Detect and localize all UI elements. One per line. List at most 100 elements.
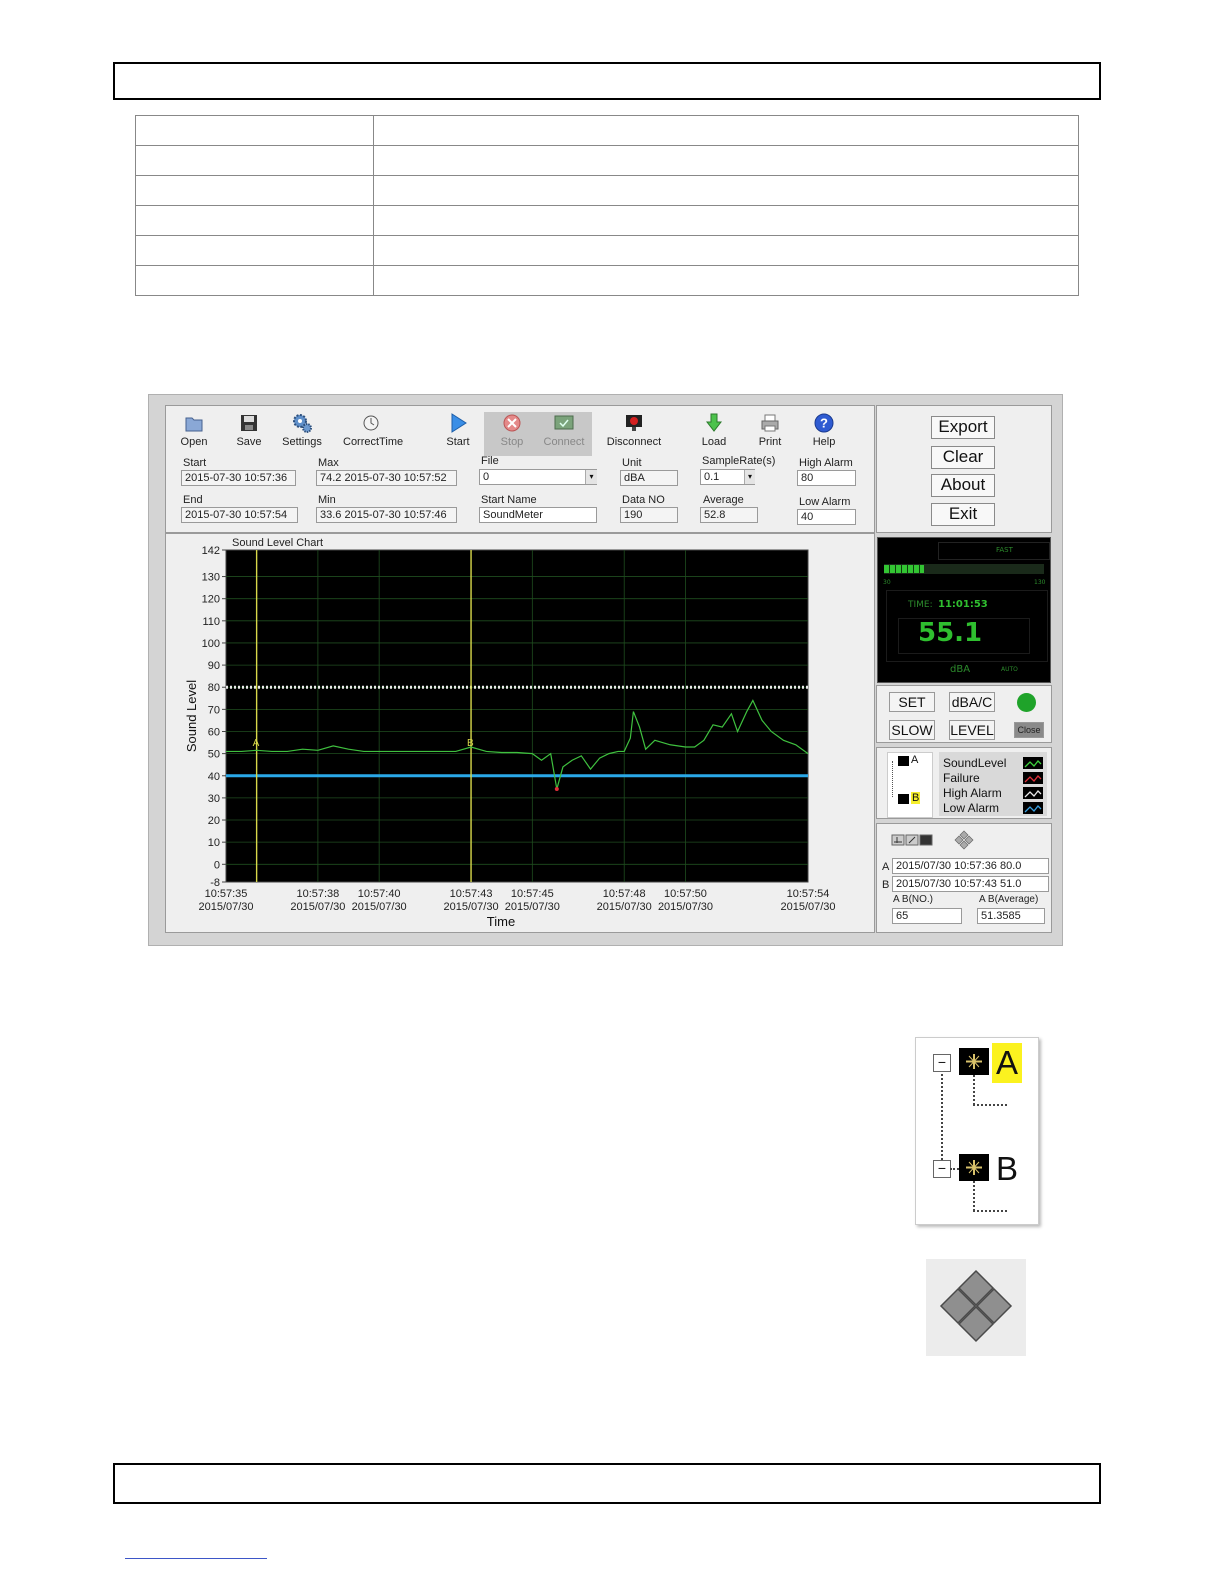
low-alarm-label: Low Alarm (799, 496, 851, 508)
start-name-input[interactable]: SoundMeter (479, 507, 597, 523)
average-label: Average (703, 494, 744, 506)
legend-panel: A B SoundLevel Failure High Alarm Low Alarm (876, 747, 1052, 819)
cursor-a-field: 2015/07/30 10:57:36 80.0 (892, 858, 1049, 874)
help-button[interactable]: ? Help (796, 412, 852, 456)
enlarged-b-label[interactable]: B (996, 1149, 1018, 1189)
footer-link-underline (125, 1558, 267, 1559)
high-alarm-label: High Alarm (799, 457, 853, 469)
cursor-a-large-icon[interactable] (959, 1048, 989, 1075)
cursor-a-label: A (882, 861, 890, 873)
data-no-field: 190 (620, 507, 678, 523)
max-label: Max (318, 457, 339, 469)
load-button[interactable]: Load (686, 412, 742, 456)
legend-swatch-icon (1023, 757, 1043, 769)
start-field: 2015-07-30 10:57:36 (181, 470, 296, 486)
sample-rate-chevron-icon[interactable]: ▾ (744, 470, 755, 484)
level-button[interactable]: LEVEL (949, 720, 995, 740)
meter-unit: dBA (950, 664, 971, 675)
cursor-a-icon[interactable] (898, 756, 909, 766)
unit-field: dBA (620, 470, 678, 486)
connect-icon (536, 412, 592, 434)
chart-title: Sound Level Chart (232, 537, 323, 549)
y-tick-label: 110 (202, 616, 220, 628)
ab-no-label: A B(NO.) (893, 894, 934, 905)
x-tick-time: 10:57:54 (787, 888, 830, 900)
toolbar-button-label: Disconnect (606, 436, 662, 448)
toolbar-button-label: Help (812, 436, 836, 448)
save-button[interactable]: Save (221, 412, 277, 456)
toolbar-button-label: Load (701, 436, 727, 448)
end-label: End (183, 494, 203, 506)
file-select[interactable]: 0 (479, 469, 597, 485)
x-tick-date: 2015/07/30 (780, 901, 835, 913)
close-button[interactable]: Close (1014, 722, 1044, 738)
collapse-a-icon[interactable]: − (933, 1054, 951, 1072)
x-tick-date: 2015/07/30 (198, 901, 253, 913)
x-tick-time: 10:57:43 (450, 888, 493, 900)
printer-icon (742, 412, 798, 434)
exit-button[interactable]: Exit (931, 503, 995, 526)
pan-diamond-icon[interactable] (953, 830, 975, 850)
enlarged-a-label[interactable]: A (992, 1043, 1023, 1083)
cursor-tree-b[interactable]: B (911, 792, 921, 804)
legend-label-low-alarm: Low Alarm (943, 801, 1000, 815)
cursor-label-a: A (253, 738, 260, 749)
x-tick-time: 10:57:35 (205, 888, 248, 900)
chevron-down-icon[interactable]: ▾ (585, 470, 597, 484)
meter-time-value: 11:01:53 (938, 599, 988, 610)
unit-label: Unit (622, 457, 642, 469)
y-tick-label: 130 (202, 572, 220, 584)
correcttime-button[interactable]: CorrectTime (343, 412, 403, 456)
open-button[interactable]: Open (166, 412, 222, 456)
svg-text:?: ? (820, 416, 828, 431)
cursor-tree[interactable]: A B (887, 752, 933, 818)
settings-button[interactable]: Settings (274, 412, 330, 456)
sound-level-chart[interactable]: Sound Level Chart-8010203040506070809010… (166, 534, 874, 932)
toolbar-button-label: Stop (500, 436, 524, 448)
high-alarm-input[interactable]: 80 (797, 470, 856, 486)
cursor-info-panel: A 2015/07/30 10:57:36 80.0 B 2015/07/30 … (876, 823, 1052, 933)
export-button[interactable]: Export (931, 416, 995, 439)
y-tick-label: 40 (208, 771, 220, 783)
collapse-b-icon[interactable]: − (933, 1160, 951, 1178)
cursor-b-label: B (882, 879, 890, 891)
connect-button[interactable]: Connect (536, 412, 592, 456)
x-tick-time: 10:57:38 (296, 888, 339, 900)
help-icon: ? (796, 412, 852, 434)
legend-swatch-icon (1023, 802, 1043, 814)
zoom-tools-icon[interactable] (891, 833, 935, 847)
clear-button[interactable]: Clear (931, 446, 995, 469)
x-tick-date: 2015/07/30 (352, 901, 407, 913)
toolbar-button-label: Print (758, 436, 782, 448)
x-tick-date: 2015/07/30 (444, 901, 499, 913)
cursor-tree-a[interactable]: A (911, 754, 918, 766)
legend-label-soundlevel: SoundLevel (943, 756, 1007, 770)
x-axis-label: Time (487, 914, 515, 929)
toolbar-button-label: CorrectTime (343, 436, 404, 448)
print-button[interactable]: Print (742, 412, 798, 456)
cursor-b-icon[interactable] (898, 794, 909, 804)
failure-marker (554, 787, 559, 792)
meter-mode: FAST (996, 546, 1013, 554)
about-button[interactable]: About (931, 474, 995, 497)
blank-table (135, 115, 1079, 296)
toolbar-button-label: Save (236, 436, 262, 448)
y-tick-label: 100 (202, 638, 220, 650)
toolbar-panel: Open Save Settings CorrectTime Start Stop Conn… (165, 405, 875, 533)
dba-c-button[interactable]: dBA/C (949, 692, 995, 712)
toolbar-button-label: Settings (282, 436, 322, 448)
x-tick-time: 10:57:50 (664, 888, 707, 900)
enlarged-pan-diamond-icon[interactable] (926, 1259, 1026, 1356)
min-label: Min (318, 494, 336, 506)
header-box (113, 62, 1101, 100)
sound-meter-app-window: Open Save Settings CorrectTime Start Stop Conn… (148, 394, 1063, 946)
slow-button[interactable]: SLOW (889, 720, 935, 740)
y-tick-label: 120 (202, 594, 220, 606)
start-button[interactable]: Start (430, 412, 486, 456)
stop-button[interactable]: Stop (484, 412, 540, 456)
set-button[interactable]: SET (889, 692, 935, 712)
data-no-label: Data NO (622, 494, 665, 506)
low-alarm-input[interactable]: 40 (797, 509, 856, 525)
disconnect-button[interactable]: Disconnect (606, 412, 662, 456)
cursor-b-large-icon[interactable] (959, 1154, 989, 1181)
